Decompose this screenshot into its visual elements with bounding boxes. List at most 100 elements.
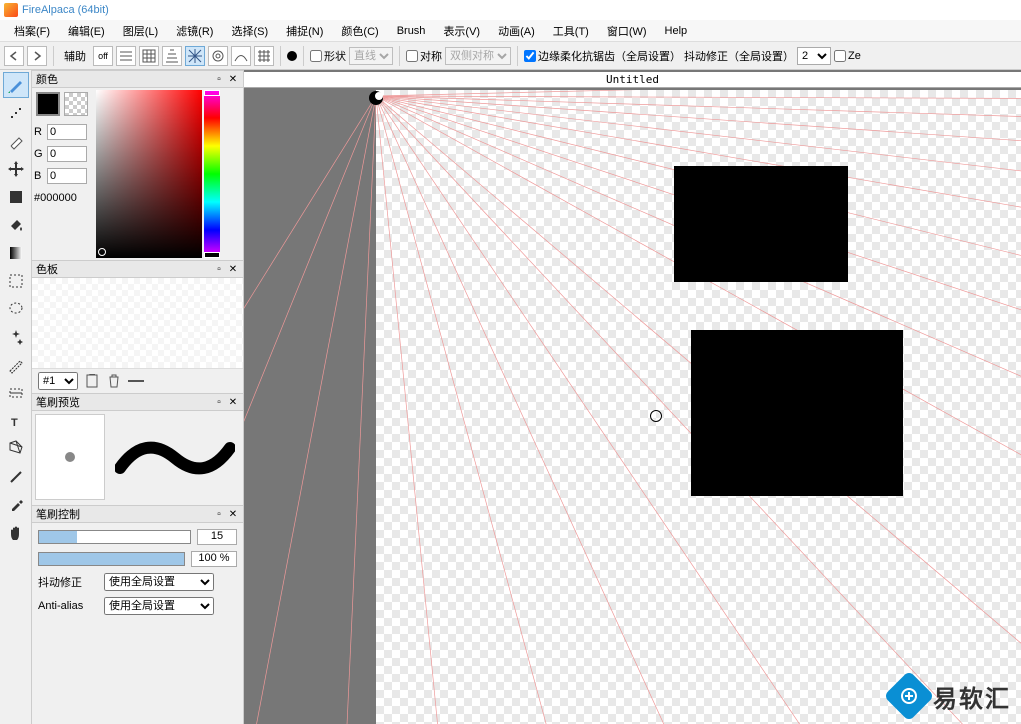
close-icon[interactable]: ✕ — [227, 263, 239, 275]
menu-brush[interactable]: Brush — [389, 23, 434, 39]
select-pen-tool[interactable] — [3, 352, 29, 378]
close-icon[interactable]: ✕ — [227, 73, 239, 85]
palette-add-icon[interactable] — [84, 373, 100, 389]
separator — [399, 46, 400, 66]
hand-tool[interactable] — [3, 520, 29, 546]
brush-size-value[interactable]: 15 — [197, 529, 237, 545]
nav-next-button[interactable] — [27, 46, 47, 66]
shape-checkbox[interactable]: 形状 — [310, 48, 346, 64]
object-tool[interactable] — [3, 436, 29, 462]
palette-line-icon[interactable] — [128, 373, 144, 389]
select-eraser-tool[interactable] — [3, 380, 29, 406]
color-panel-title: 颜色 — [36, 71, 58, 87]
stabilize-select[interactable]: 2 — [797, 47, 831, 65]
palette-delete-icon[interactable] — [106, 373, 122, 389]
color-picker-cursor — [98, 248, 106, 256]
brush-opacity-slider[interactable] — [38, 552, 185, 566]
canvas-rect-2 — [691, 330, 903, 496]
stabilize-select[interactable]: 使用全局设置 — [104, 573, 214, 591]
brushprev-body — [32, 411, 243, 505]
brush-opacity-value[interactable]: 100 % — [191, 551, 237, 567]
eyedropper-tool[interactable] — [3, 492, 29, 518]
nav-prev-button[interactable] — [4, 46, 24, 66]
brush-cursor — [650, 410, 662, 422]
menu-layer[interactable]: 图层(L) — [115, 21, 166, 41]
main-area: T 颜色 ▫ ✕ R G B #000000 — [0, 70, 1021, 724]
menu-view[interactable]: 表示(V) — [435, 21, 488, 41]
undock-icon[interactable]: ▫ — [213, 396, 225, 408]
menu-window[interactable]: 窗口(W) — [599, 21, 655, 41]
gradient-tool[interactable] — [3, 240, 29, 266]
close-icon[interactable]: ✕ — [227, 396, 239, 408]
app-icon — [4, 3, 18, 17]
snap-grid-button[interactable] — [139, 46, 159, 66]
palette-toolbar: #1 — [32, 368, 243, 393]
menu-select[interactable]: 选择(S) — [223, 21, 276, 41]
fill-tool[interactable] — [3, 184, 29, 210]
canvas-rect-1 — [674, 166, 848, 282]
text-tool[interactable]: T — [3, 408, 29, 434]
brushctl-panel-header: 笔刷控制 ▫ ✕ — [32, 505, 243, 523]
color-g-input[interactable] — [47, 146, 87, 162]
separator — [303, 46, 304, 66]
canvas-area: Untitled — [244, 70, 1021, 724]
menu-color[interactable]: 颜色(C) — [333, 21, 386, 41]
hue-slider[interactable] — [204, 90, 220, 258]
brush-size-slider[interactable] — [38, 530, 191, 544]
undock-icon[interactable]: ▫ — [213, 508, 225, 520]
select-lasso-tool[interactable] — [3, 296, 29, 322]
menubar: 档案(F) 编辑(E) 图层(L) 滤镜(R) 选择(S) 捕捉(N) 颜色(C… — [0, 20, 1021, 42]
snap-circle-button[interactable] — [208, 46, 228, 66]
magic-wand-tool[interactable] — [3, 324, 29, 350]
snap-off-button[interactable]: off — [93, 46, 113, 66]
background-swatch[interactable] — [64, 92, 88, 116]
bucket-tool[interactable] — [3, 212, 29, 238]
watermark: 易软汇 — [891, 678, 1011, 714]
divide-tool[interactable] — [3, 464, 29, 490]
app-title: FireAlpaca (64bit) — [22, 4, 109, 16]
move-tool[interactable] — [3, 156, 29, 182]
menu-help[interactable]: Help — [657, 23, 696, 39]
watermark-icon — [884, 671, 935, 722]
toolbar: 辅助 off 形状 直线 对称 双侧对称 边缘柔化抗锯齿（全局设置） 抖动修正（… — [0, 42, 1021, 70]
undock-icon[interactable]: ▫ — [213, 73, 225, 85]
palette-panel-header: 色板 ▫ ✕ — [32, 260, 243, 278]
color-field[interactable] — [96, 90, 202, 258]
undock-icon[interactable]: ▫ — [213, 263, 225, 275]
menu-tool[interactable]: 工具(T) — [545, 21, 597, 41]
brush-tip-preview — [35, 414, 105, 500]
close-icon[interactable]: ✕ — [227, 508, 239, 520]
shape-select[interactable]: 直线 — [349, 47, 393, 65]
snap-parallel-button[interactable] — [116, 46, 136, 66]
select-rect-tool[interactable] — [3, 268, 29, 294]
foreground-swatch[interactable] — [36, 92, 60, 116]
symmetry-checkbox[interactable]: 对称 — [406, 48, 442, 64]
eraser-tool[interactable] — [3, 128, 29, 154]
color-hex: #000000 — [34, 192, 94, 204]
separator — [280, 46, 281, 66]
symmetry-select[interactable]: 双侧对称 — [445, 47, 511, 65]
color-b-input[interactable] — [47, 168, 87, 184]
antialias-select[interactable]: 使用全局设置 — [104, 597, 214, 615]
menu-filter[interactable]: 滤镜(R) — [168, 21, 221, 41]
color-r-input[interactable] — [47, 124, 87, 140]
menu-file[interactable]: 档案(F) — [6, 21, 58, 41]
tool-column: T — [0, 70, 32, 724]
menu-anim[interactable]: 动画(A) — [490, 21, 543, 41]
dotpen-tool[interactable] — [3, 100, 29, 126]
color-panel-header: 颜色 ▫ ✕ — [32, 70, 243, 88]
snap-vanish-button[interactable] — [254, 46, 274, 66]
palette-body[interactable] — [32, 278, 243, 368]
snap-radial-button[interactable] — [185, 46, 205, 66]
snap-perspective-button[interactable] — [162, 46, 182, 66]
palette-preset-select[interactable]: #1 — [38, 372, 78, 390]
snap-curve-button[interactable] — [231, 46, 251, 66]
menu-snap[interactable]: 捕捉(N) — [278, 21, 331, 41]
aa-checkbox[interactable]: 边缘柔化抗锯齿（全局设置） — [524, 48, 681, 64]
color-panel-body: R G B #000000 — [32, 88, 243, 260]
brush-tool[interactable] — [3, 72, 29, 98]
panels: 颜色 ▫ ✕ R G B #000000 色板 — [32, 70, 244, 724]
separator — [53, 46, 54, 66]
ze-checkbox[interactable]: Ze — [834, 50, 861, 62]
menu-edit[interactable]: 编辑(E) — [60, 21, 113, 41]
